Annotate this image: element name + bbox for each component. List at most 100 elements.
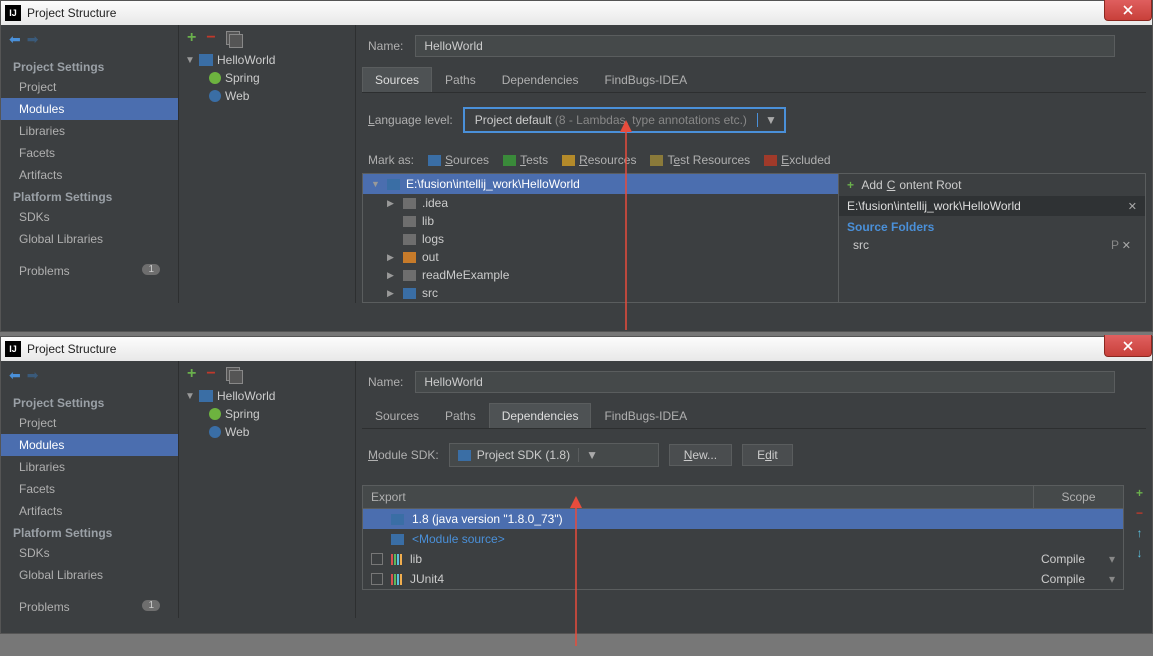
nav-facets[interactable]: Facets <box>1 142 178 164</box>
dep-row-module-source[interactable]: <Module source> <box>363 529 1123 549</box>
remove-module-icon[interactable]: − <box>206 29 215 47</box>
mark-sources[interactable]: Sources <box>428 153 489 167</box>
folder-logs[interactable]: logs <box>363 230 838 248</box>
module-sdk-combo[interactable]: Project SDK (1.8) ▼ <box>449 443 659 467</box>
mark-test-resources[interactable]: Test Resources <box>650 153 750 167</box>
copy-module-icon[interactable] <box>226 31 240 45</box>
language-level-value: Project default <box>475 113 552 127</box>
folder-out[interactable]: ▶out <box>363 248 838 266</box>
nav-libraries[interactable]: Libraries <box>1 120 178 142</box>
tab-findbugs[interactable]: FindBugs-IDEA <box>591 403 700 428</box>
scope-value: Compile <box>1041 552 1085 566</box>
dependencies-table: Export Scope 1.8 (java version "1.8.0_73… <box>362 485 1124 590</box>
nav-sdks[interactable]: SDKs <box>1 542 178 564</box>
module-name-input[interactable] <box>415 35 1115 57</box>
move-up-icon[interactable]: ↑ <box>1136 526 1142 540</box>
nav-problems[interactable]: Problems 1 <box>1 596 178 618</box>
sdk-icon <box>458 450 471 461</box>
nav-project[interactable]: Project <box>1 76 178 98</box>
properties-icon[interactable]: P <box>1111 238 1119 252</box>
nav-sdks[interactable]: SDKs <box>1 206 178 228</box>
content-root-path[interactable]: ▼E:\fusion\intellij_work\HelloWorld <box>363 174 838 194</box>
chevron-down-icon[interactable]: ▼ <box>578 448 605 462</box>
add-content-root[interactable]: + Add Content Root <box>839 174 1145 196</box>
new-sdk-button[interactable]: New... <box>669 444 732 466</box>
tab-dependencies[interactable]: Dependencies <box>489 67 592 92</box>
folder-readme[interactable]: ▶readMeExample <box>363 266 838 284</box>
remove-dep-icon[interactable]: − <box>1136 506 1143 520</box>
content-root-side: + Add Content Root E:\fusion\intellij_wo… <box>839 173 1146 303</box>
mark-tests[interactable]: Tests <box>503 153 548 167</box>
tab-findbugs[interactable]: FindBugs-IDEA <box>591 67 700 92</box>
back-icon[interactable]: ⬅ <box>9 31 21 48</box>
mark-resources[interactable]: Resources <box>562 153 636 167</box>
facet-web[interactable]: Web <box>183 87 351 105</box>
left-nav: ⬅ ➡ Project Settings Project Modules Lib… <box>1 361 179 618</box>
project-structure-window-1: IJ Project Structure ⬅ ➡ Project Setting… <box>0 0 1153 332</box>
nav-global-libraries[interactable]: Global Libraries <box>1 564 178 586</box>
facet-spring[interactable]: Spring <box>183 69 351 87</box>
export-checkbox[interactable] <box>371 573 383 585</box>
remove-module-icon[interactable]: − <box>206 365 215 383</box>
module-tree-panel: + − ▼HelloWorld Spring Web <box>179 25 356 303</box>
mark-as-label: Mark as: <box>368 153 414 167</box>
module-detail-panel: Name: Sources Paths Dependencies FindBug… <box>356 361 1152 618</box>
language-level-hint: (8 - Lambdas, type annotations etc.) <box>551 113 746 127</box>
folder-src[interactable]: ▶src <box>363 284 838 302</box>
remove-source-folder-icon[interactable]: ✕ <box>1122 240 1131 252</box>
nav-artifacts[interactable]: Artifacts <box>1 164 178 186</box>
module-name-input[interactable] <box>415 371 1115 393</box>
module-root[interactable]: ▼HelloWorld <box>183 51 351 69</box>
source-folder-src[interactable]: srcP ✕ <box>839 236 1145 254</box>
close-button[interactable] <box>1104 0 1152 21</box>
nav-problems-label: Problems <box>19 264 70 278</box>
nav-problems[interactable]: Problems 1 <box>1 260 178 282</box>
mark-excluded[interactable]: Excluded <box>764 153 830 167</box>
nav-libraries[interactable]: Libraries <box>1 456 178 478</box>
export-checkbox[interactable] <box>371 553 383 565</box>
move-down-icon[interactable]: ↓ <box>1136 546 1142 560</box>
library-icon <box>391 554 402 565</box>
copy-module-icon[interactable] <box>226 367 240 381</box>
nav-modules[interactable]: Modules <box>1 98 178 120</box>
section-project-settings: Project Settings <box>1 56 178 76</box>
dep-row-lib[interactable]: lib Compile▾ <box>363 549 1123 569</box>
remove-content-root-icon[interactable]: ✕ <box>1128 200 1137 213</box>
folder-idea[interactable]: ▶.idea <box>363 194 838 212</box>
facet-spring[interactable]: Spring <box>183 405 351 423</box>
nav-artifacts[interactable]: Artifacts <box>1 500 178 522</box>
tab-paths[interactable]: Paths <box>432 403 489 428</box>
forward-icon[interactable]: ➡ <box>27 31 39 48</box>
forward-icon[interactable]: ➡ <box>27 367 39 384</box>
tab-dependencies[interactable]: Dependencies <box>489 403 592 428</box>
nav-modules[interactable]: Modules <box>1 434 178 456</box>
dep-row-sdk[interactable]: 1.8 (java version "1.8.0_73") <box>363 509 1123 529</box>
chevron-down-icon[interactable]: ▾ <box>1109 572 1115 586</box>
module-detail-panel: Name: Sources Paths Dependencies FindBug… <box>356 25 1152 303</box>
close-button[interactable] <box>1104 335 1152 357</box>
dep-row-junit[interactable]: JUnit4 Compile▾ <box>363 569 1123 589</box>
folder-icon <box>403 234 416 245</box>
add-module-icon[interactable]: + <box>187 365 196 383</box>
edit-sdk-button[interactable]: Edit <box>742 444 793 466</box>
module-root[interactable]: ▼HelloWorld <box>183 387 351 405</box>
nav-global-libraries[interactable]: Global Libraries <box>1 228 178 250</box>
chevron-down-icon[interactable]: ▾ <box>1109 552 1115 566</box>
add-module-icon[interactable]: + <box>187 29 196 47</box>
facet-web[interactable]: Web <box>183 423 351 441</box>
folder-icon <box>403 216 416 227</box>
back-icon[interactable]: ⬅ <box>9 367 21 384</box>
tab-sources[interactable]: Sources <box>362 403 432 428</box>
nav-project[interactable]: Project <box>1 412 178 434</box>
folder-icon <box>387 179 400 190</box>
col-export: Export <box>363 486 1033 508</box>
language-level-combo[interactable]: Project default (8 - Lambdas, type annot… <box>463 107 786 133</box>
tab-sources[interactable]: Sources <box>362 67 432 92</box>
nav-facets[interactable]: Facets <box>1 478 178 500</box>
folder-lib[interactable]: lib <box>363 212 838 230</box>
chevron-down-icon[interactable]: ▼ <box>757 113 784 127</box>
tab-paths[interactable]: Paths <box>432 67 489 92</box>
expand-icon[interactable]: ▼ <box>371 179 381 189</box>
nav-problems-label: Problems <box>19 600 70 614</box>
add-dep-icon[interactable]: + <box>1136 486 1143 500</box>
